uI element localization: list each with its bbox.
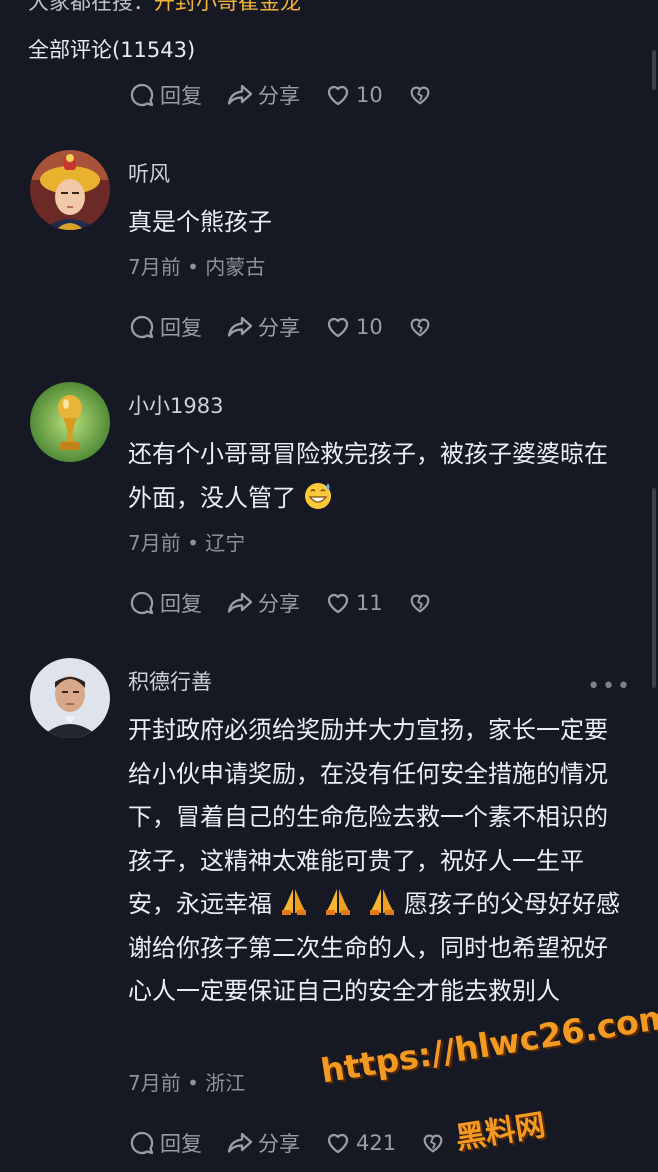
scrollbar[interactable] <box>652 488 656 688</box>
comment-username[interactable]: 积德行善 <box>128 666 212 696</box>
heart-icon <box>327 317 349 338</box>
action-row: 回复 分享 11 <box>128 585 461 621</box>
comment-username[interactable]: 小小1983 <box>128 390 223 420</box>
like-button[interactable]: 11 <box>324 589 383 617</box>
share-button[interactable]: 分享 <box>226 312 300 342</box>
comment-text: 开封政府必须给奖励并大力宣扬，家长一定要给小伙申请奖励，在没有任何安全措施的情况… <box>128 709 628 1014</box>
comment-time: 7月前 <box>128 1071 181 1095</box>
meta-separator: • <box>180 255 206 279</box>
action-row: 回复 分享 10 <box>128 77 461 113</box>
share-icon <box>227 84 253 105</box>
comment-meta: 7月前 • 浙江 <box>128 1067 245 1096</box>
like-button[interactable]: 10 <box>324 81 383 109</box>
comment-text-body: 还有个小哥哥冒险救完孩子，被孩子婆婆晾在外面，没人管了 <box>128 440 608 512</box>
comment-text: 真是个熊孩子 <box>128 208 272 236</box>
share-button[interactable]: 分享 <box>226 588 300 618</box>
dislike-button[interactable] <box>407 590 437 616</box>
more-options-button[interactable]: ••• <box>587 674 632 699</box>
comment-location: 浙江 <box>205 1071 246 1095</box>
reply-label: 回复 <box>160 592 202 616</box>
watermark-name: 黑料网 <box>453 1107 548 1157</box>
like-count: 10 <box>356 315 383 339</box>
comment-location: 辽宁 <box>205 531 246 555</box>
broken-heart-icon <box>410 318 430 337</box>
comment-username[interactable]: 听风 <box>128 158 170 188</box>
meta-separator: • <box>180 531 206 555</box>
folded-hands-emoji-icon <box>370 889 394 915</box>
reply-icon <box>130 591 154 615</box>
emperor-portrait-icon <box>30 150 110 230</box>
like-count: 10 <box>356 83 383 107</box>
avatar[interactable] <box>30 658 110 738</box>
heart-icon <box>327 85 349 106</box>
reply-icon <box>130 1131 154 1155</box>
folded-hands-emoji-icon <box>326 889 350 915</box>
dislike-button[interactable] <box>407 82 437 108</box>
share-icon <box>227 1132 253 1153</box>
reply-icon <box>130 83 154 107</box>
reply-icon <box>130 315 154 339</box>
folded-hands-emoji-icon <box>282 889 306 915</box>
like-count: 421 <box>356 1131 397 1155</box>
share-icon <box>227 592 253 613</box>
all-comments-count: 全部评论(11543) <box>28 38 196 62</box>
dislike-button[interactable] <box>420 1130 450 1156</box>
grinning-sweat-emoji-icon <box>305 482 331 509</box>
comment-location: 内蒙古 <box>205 255 266 279</box>
reply-button[interactable]: 回复 <box>128 1128 202 1158</box>
action-row: 回复 分享 10 <box>128 309 461 345</box>
scrollbar-segment[interactable] <box>652 50 656 90</box>
comment-time: 7月前 <box>128 531 181 555</box>
share-label: 分享 <box>258 84 300 108</box>
search-suggestion-prefix: 大家都在搜： <box>28 0 154 14</box>
avatar[interactable] <box>30 150 110 230</box>
meta-separator: • <box>180 1071 206 1095</box>
share-label: 分享 <box>258 316 300 340</box>
broken-heart-icon <box>410 86 430 105</box>
comment-meta: 7月前 • 辽宁 <box>128 527 245 556</box>
heart-icon <box>327 593 349 614</box>
share-button[interactable]: 分享 <box>226 1128 300 1158</box>
reply-button[interactable]: 回复 <box>128 588 202 618</box>
reply-button[interactable]: 回复 <box>128 80 202 110</box>
heart-icon <box>327 1133 349 1154</box>
share-icon <box>227 316 253 337</box>
reply-button[interactable]: 回复 <box>128 312 202 342</box>
broken-heart-icon <box>423 1134 443 1153</box>
search-suggestion-link[interactable]: 开封小哥崔金龙 <box>154 0 301 14</box>
search-suggestion[interactable]: 大家都在搜：开封小哥崔金龙 <box>28 0 301 16</box>
reply-label: 回复 <box>160 316 202 340</box>
share-label: 分享 <box>258 592 300 616</box>
share-label: 分享 <box>258 1132 300 1156</box>
like-button[interactable]: 10 <box>324 313 383 341</box>
comment-page: 大家都在搜：开封小哥崔金龙 全部评论(11543) 回复 分享 10 听风 真是… <box>0 0 658 1172</box>
like-count: 11 <box>356 591 383 615</box>
broken-heart-icon <box>410 594 430 613</box>
comment-text: 还有个小哥哥冒险救完孩子，被孩子婆婆晾在外面，没人管了 <box>128 433 628 520</box>
comment-meta: 7月前 • 内蒙古 <box>128 251 265 280</box>
man-portrait-icon <box>30 658 110 738</box>
action-row: 回复 分享 421 <box>128 1125 474 1161</box>
reply-label: 回复 <box>160 1132 202 1156</box>
avatar[interactable] <box>30 382 110 462</box>
reply-label: 回复 <box>160 84 202 108</box>
like-button[interactable]: 421 <box>324 1129 396 1157</box>
golden-trophy-icon <box>30 382 110 462</box>
share-button[interactable]: 分享 <box>226 80 300 110</box>
comment-time: 7月前 <box>128 255 181 279</box>
dislike-button[interactable] <box>407 314 437 340</box>
